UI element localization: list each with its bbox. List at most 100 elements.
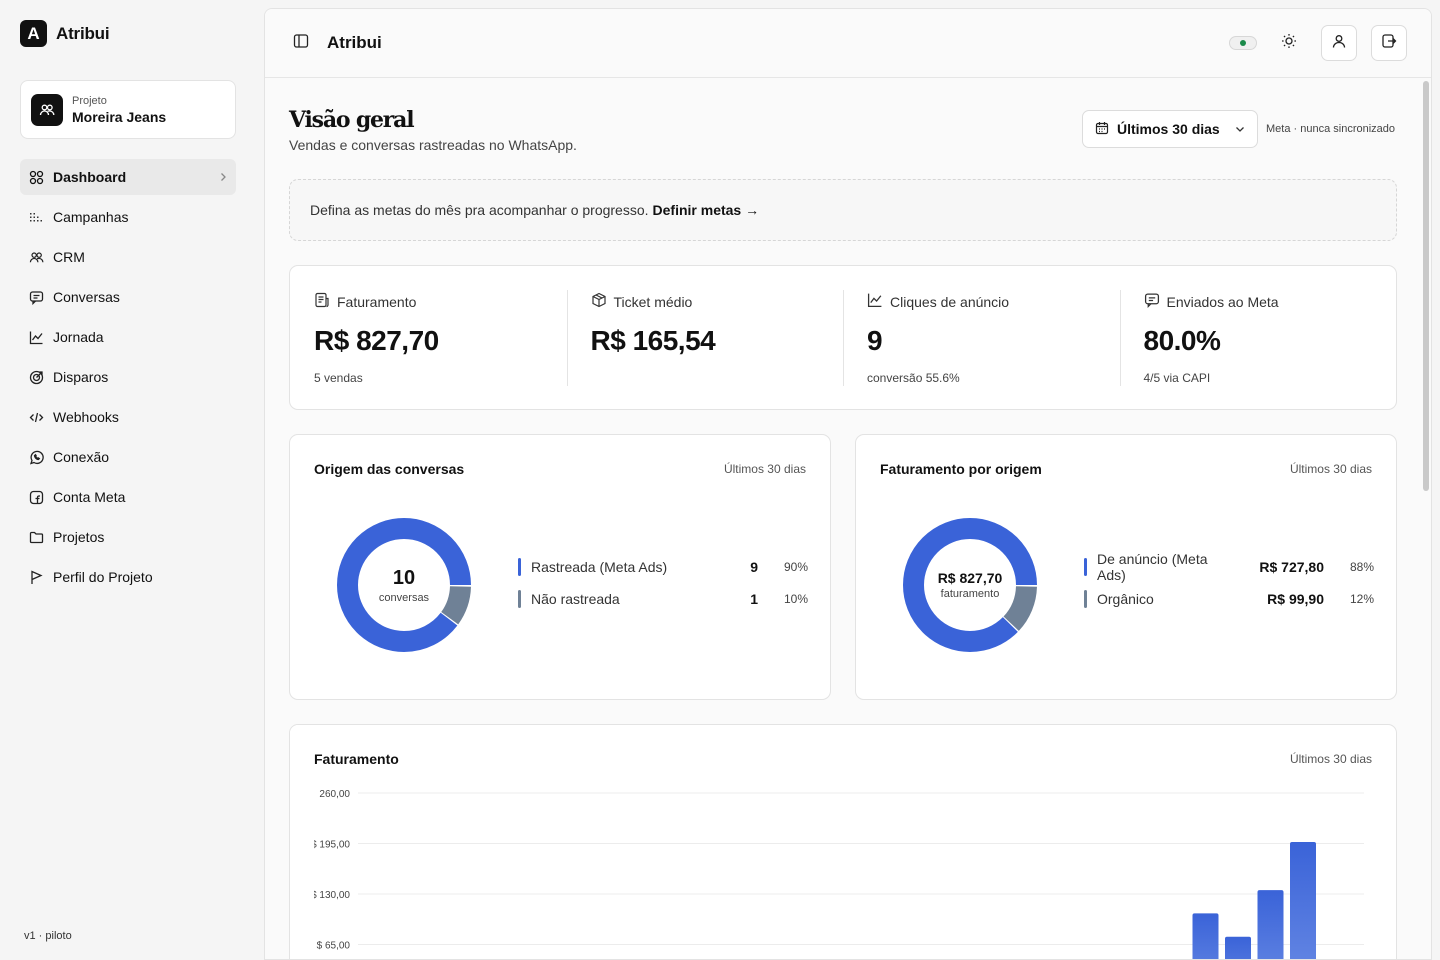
calendar-icon (1095, 121, 1109, 138)
sidebar-item-perfil-do-projeto[interactable]: Perfil do Projeto (20, 559, 236, 595)
sidebar-item-label: Conexão (53, 449, 110, 465)
connection-status-indicator (1229, 36, 1257, 50)
sidebar-item-label: Jornada (53, 329, 104, 345)
kpi-cliques-de-anuncio: Cliques de anúncio 9 conversão 55.6% (843, 266, 1120, 409)
y-tick-label: $ 195,00 (311, 840, 350, 851)
legend-pct: 90% (783, 560, 808, 574)
goal-banner: Defina as metas do mês pra acompanhar o … (289, 179, 1397, 241)
chart-bar[interactable] (1257, 890, 1284, 960)
chart-bar[interactable] (1290, 841, 1316, 960)
legend-item: Rastreada (Meta Ads) 9 90% (518, 557, 808, 577)
chart-bar[interactable] (1225, 936, 1251, 960)
sidebar-item-webhooks[interactable]: Webhooks (20, 399, 236, 435)
goal-banner-text: Defina as metas do mês pra acompanhar o … (310, 202, 649, 218)
kpi-faturamento: Faturamento R$ 827,70 5 vendas (290, 266, 567, 409)
revenue-origin-legend: De anúncio (Meta Ads) R$ 727,80 88% Orgâ… (1084, 551, 1374, 621)
sidebar-nav: Dashboard Campanhas CRM Conversas Jornad… (20, 159, 236, 599)
sidebar-item-jornada[interactable]: Jornada (20, 319, 236, 355)
legend-name: Não rastreada (531, 591, 620, 607)
sidebar-item-crm[interactable]: CRM (20, 239, 236, 275)
chevron-right-icon (218, 169, 228, 185)
logout-icon (1381, 33, 1397, 54)
chart-bar[interactable] (1192, 913, 1219, 960)
kpi-label: Faturamento (337, 293, 417, 310)
legend-count: R$ 727,80 (1259, 559, 1324, 575)
legend-pct: 12% (1349, 592, 1374, 606)
page-title: Visão geral (289, 107, 415, 133)
legend-name: Rastreada (Meta Ads) (531, 559, 668, 575)
project-selector[interactable]: Projeto Moreira Jeans (20, 80, 236, 139)
kpi-footnote: 4/5 via CAPI (1143, 371, 1211, 385)
scrollbar[interactable] (1423, 81, 1429, 491)
card-title: Faturamento por origem (880, 461, 1042, 477)
sun-icon (1281, 33, 1297, 54)
sidebar-item-projetos[interactable]: Projetos (20, 519, 236, 555)
brand-name: Atribui (56, 23, 110, 43)
kpi-footnote: conversão 55.6% (867, 371, 960, 385)
kpi-label: Cliques de anúncio (890, 293, 1010, 310)
users-icon (28, 249, 44, 265)
sidebar: A Atribui Projeto Moreira Jeans Dashboar… (0, 0, 256, 960)
legend-count: 1 (750, 591, 758, 607)
date-range-label: Últimos 30 dias (1117, 121, 1220, 137)
kpi-label: Ticket médio (613, 293, 693, 310)
theme-toggle-button[interactable] (1271, 25, 1307, 61)
legend-name: De anúncio (Meta Ads) (1097, 551, 1208, 583)
folder-icon (28, 529, 44, 545)
line-chart-icon (867, 292, 883, 311)
y-tick-label: $ 130,00 (311, 890, 350, 901)
flag-icon (28, 569, 44, 585)
legend-item: Orgânico R$ 99,90 12% (1084, 589, 1374, 609)
sidebar-toggle-icon[interactable] (293, 33, 309, 54)
y-tick-label: $ 65,00 (317, 941, 351, 952)
status-dot (1240, 40, 1246, 46)
date-range-selector[interactable]: Últimos 30 dias (1082, 110, 1258, 148)
kpi-card: Faturamento R$ 827,70 5 vendas Ticket mé… (289, 265, 1397, 410)
sidebar-item-label: CRM (53, 249, 85, 265)
sidebar-item-campanhas[interactable]: Campanhas (20, 199, 236, 235)
sidebar-item-dashboard[interactable]: Dashboard (20, 159, 236, 195)
donut-center: R$ 827,70 faturamento (900, 515, 1040, 655)
kpi-enviados-ao-meta: Enviados ao Meta 80.0% 4/5 via CAPI (1119, 266, 1397, 409)
sidebar-item-label: Disparos (53, 369, 109, 385)
receipt-icon (314, 292, 330, 311)
users-icon (31, 93, 63, 126)
kpi-label: Enviados ao Meta (1166, 293, 1279, 310)
line-chart-icon (28, 329, 44, 345)
brand[interactable]: A Atribui (20, 20, 110, 47)
page-content: Visão geral Vendas e conversas rastreada… (265, 79, 1415, 960)
legend-swatch (518, 590, 521, 608)
kpi-value: R$ 827,70 (314, 325, 439, 356)
brand-logo: A (20, 20, 47, 47)
donut-center: 10 conversas (334, 515, 474, 655)
revenue-bar-chart: 260,00 $ 195,00 $ 130,00 $ 65,00 (290, 725, 1364, 960)
code-icon (28, 409, 44, 425)
kpi-footnote: 5 vendas (314, 371, 363, 385)
sidebar-item-conexao[interactable]: Conexão (20, 439, 236, 475)
sidebar-item-label: Webhooks (53, 409, 119, 425)
page-subtitle: Vendas e conversas rastreadas no WhatsAp… (289, 137, 577, 153)
revenue-origin-card: Faturamento por origem Últimos 30 dias R… (855, 434, 1397, 700)
user-account-button[interactable] (1321, 25, 1357, 61)
label-mask (290, 725, 314, 959)
sidebar-item-conversas[interactable]: Conversas (20, 279, 236, 315)
topbar-title: Atribui (327, 33, 382, 52)
facebook-icon (28, 489, 44, 505)
logout-button[interactable] (1371, 25, 1407, 61)
legend-item: Não rastreada 1 10% (518, 589, 808, 609)
sidebar-item-disparos[interactable]: Disparos (20, 359, 236, 395)
version-label: v1 · piloto (24, 930, 72, 942)
revenue-chart-card: Faturamento Últimos 30 dias 260,00 $ 195,… (289, 724, 1397, 960)
y-tick-label: 260,00 (319, 789, 350, 800)
origin-legend: Rastreada (Meta Ads) 9 90% Não rastreada… (518, 557, 808, 621)
legend-swatch (1084, 558, 1087, 576)
donut-center-value: 10 (392, 566, 416, 589)
legend-item: De anúncio (Meta Ads) R$ 727,80 88% (1084, 551, 1374, 583)
sidebar-item-label: Campanhas (53, 209, 129, 225)
legend-swatch (1084, 590, 1087, 608)
whatsapp-icon (28, 449, 44, 465)
donut-center-label: faturamento (940, 588, 1000, 600)
define-goals-link[interactable]: Definir metas → (653, 202, 760, 218)
sidebar-item-conta-meta[interactable]: Conta Meta (20, 479, 236, 515)
card-title: Origem das conversas (314, 461, 465, 477)
